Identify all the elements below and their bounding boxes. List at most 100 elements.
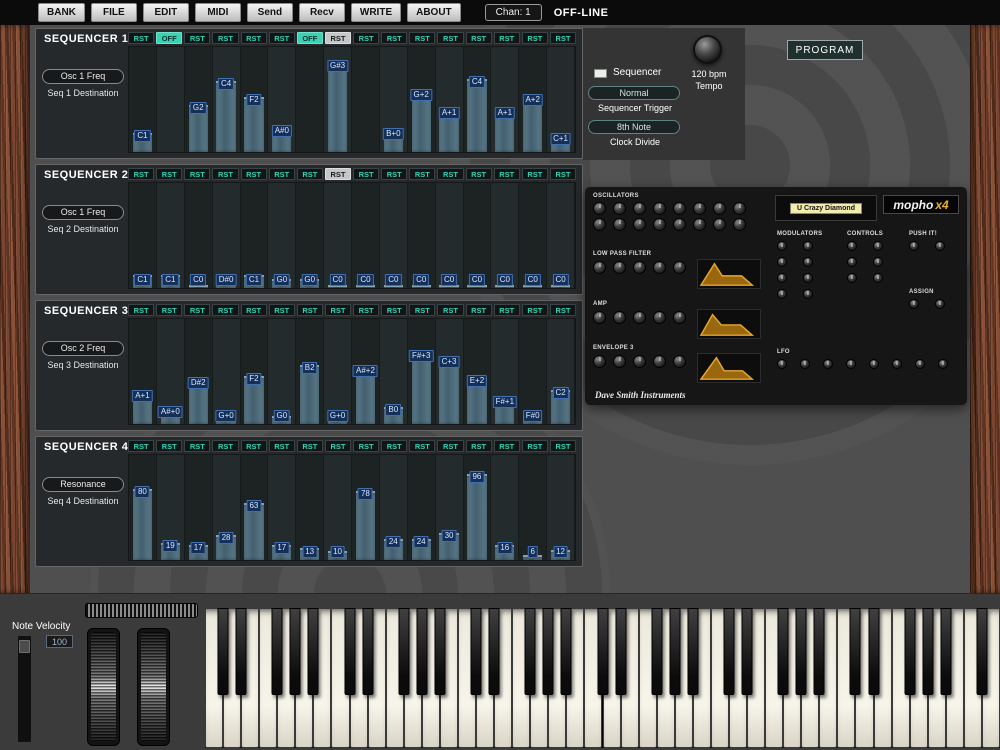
step-toggle-button[interactable]: RST [212,440,239,452]
step-column[interactable]: A#0 [268,47,297,152]
step-toggle-button[interactable]: RST [381,168,408,180]
step-bar[interactable] [355,490,376,560]
piano-black-key[interactable] [615,608,627,695]
step-column[interactable]: F#0 [519,319,548,424]
menu-button-send[interactable]: Send [246,3,293,22]
step-toggle-button[interactable]: RST [437,168,464,180]
step-column[interactable]: C0 [408,183,436,288]
piano-black-key[interactable] [416,608,428,695]
step-toggle-button[interactable]: RST [409,440,436,452]
step-column[interactable]: 17 [268,455,297,560]
piano-black-key[interactable] [849,608,861,695]
sequencer-trigger-select[interactable]: Normal [588,86,680,100]
piano-black-key[interactable] [741,608,753,695]
step-column[interactable]: 6 [519,455,548,560]
step-column[interactable] [296,47,325,152]
step-toggle-button[interactable]: RST [437,440,464,452]
step-column[interactable]: 19 [156,455,185,560]
step-toggle-button[interactable]: RST [212,304,239,316]
step-toggle-button[interactable]: RST [549,32,576,44]
step-column[interactable]: C4 [464,47,492,152]
piano-black-key[interactable] [398,608,410,695]
pitch-bend-wheel[interactable] [87,628,120,746]
step-column[interactable]: D#2 [185,319,213,424]
piano-black-key[interactable] [922,608,934,695]
step-column[interactable]: C0 [519,183,548,288]
step-column[interactable]: G0 [268,319,297,424]
step-bar[interactable] [467,473,487,560]
step-column[interactable]: C4 [212,47,241,152]
step-column[interactable]: G0 [268,183,297,288]
step-toggle-button[interactable]: RST [240,168,267,180]
step-column[interactable]: 30 [435,455,464,560]
sequencer-enable-checkbox[interactable] [594,69,607,78]
step-toggle-button[interactable]: RST [240,440,267,452]
seq-destination-select[interactable]: Osc 1 Freq [42,205,124,220]
step-column[interactable]: D#0 [212,183,241,288]
step-toggle-button[interactable]: RST [353,304,380,316]
mod-wheel[interactable] [137,628,170,746]
step-toggle-button[interactable]: RST [465,168,492,180]
seq-destination-select[interactable]: Resonance [42,477,124,492]
step-toggle-button[interactable]: RST [521,32,548,44]
step-column[interactable]: G+0 [324,319,352,424]
note-velocity-handle[interactable] [19,640,30,653]
step-column[interactable]: A+1 [129,319,157,424]
step-column[interactable]: C0 [547,183,575,288]
step-toggle-button[interactable]: RST [493,440,520,452]
step-bar[interactable] [411,352,431,424]
step-column[interactable]: C0 [352,183,380,288]
piano-black-key[interactable] [271,608,283,695]
step-column[interactable]: B2 [296,319,325,424]
step-column[interactable]: C0 [379,183,408,288]
step-toggle-button[interactable]: RST [296,304,323,316]
step-column[interactable]: G2 [185,47,213,152]
program-button[interactable]: PROGRAM [787,40,863,60]
midi-channel-button[interactable]: Chan: 1 [484,4,542,21]
piano-black-key[interactable] [235,608,247,695]
step-toggle-button[interactable]: RST [184,440,211,452]
step-column[interactable]: A+1 [491,47,520,152]
piano-black-key[interactable] [651,608,663,695]
piano-black-key[interactable] [597,608,608,695]
piano-black-key[interactable] [795,608,807,695]
ribbon-strip[interactable] [85,603,198,618]
piano-black-key[interactable] [470,608,482,695]
step-toggle-button[interactable]: RST [381,304,408,316]
step-toggle-button[interactable]: RST [521,304,548,316]
step-toggle-button[interactable]: RST [324,168,351,180]
step-toggle-button[interactable]: RST [465,32,492,44]
piano-black-key[interactable] [777,608,789,695]
piano-black-key[interactable] [723,608,735,695]
step-toggle-button[interactable]: RST [240,32,267,44]
step-column[interactable]: A#+2 [352,319,380,424]
step-column[interactable]: C0 [324,183,352,288]
step-toggle-button[interactable]: RST [465,304,492,316]
step-column[interactable]: C0 [491,183,520,288]
piano-black-key[interactable] [976,608,988,695]
step-column[interactable]: C0 [185,183,213,288]
step-toggle-button[interactable]: RST [128,304,155,316]
step-toggle-button[interactable]: RST [324,304,351,316]
step-column[interactable]: F2 [241,47,269,152]
step-column[interactable]: F2 [241,319,269,424]
step-toggle-button[interactable]: RST [128,168,155,180]
menu-button-write[interactable]: WRITE [350,3,402,22]
menu-button-edit[interactable]: EDIT [142,3,189,22]
note-velocity-slider[interactable] [17,635,32,743]
step-column[interactable]: C1 [156,183,185,288]
step-toggle-button[interactable]: RST [324,32,351,44]
piano-black-key[interactable] [868,608,880,695]
step-column[interactable]: A+2 [519,47,548,152]
step-toggle-button[interactable]: RST [184,32,211,44]
step-column[interactable]: C1 [129,47,157,152]
menu-button-midi[interactable]: MIDI [194,3,241,22]
step-column[interactable]: 12 [547,455,575,560]
piano-black-key[interactable] [813,608,825,695]
step-column[interactable]: 78 [352,455,380,560]
step-toggle-button[interactable]: RST [128,440,155,452]
step-column[interactable] [352,47,380,152]
step-column[interactable]: C+1 [547,47,575,152]
step-toggle-button[interactable]: RST [493,304,520,316]
piano-black-key[interactable] [669,608,681,695]
